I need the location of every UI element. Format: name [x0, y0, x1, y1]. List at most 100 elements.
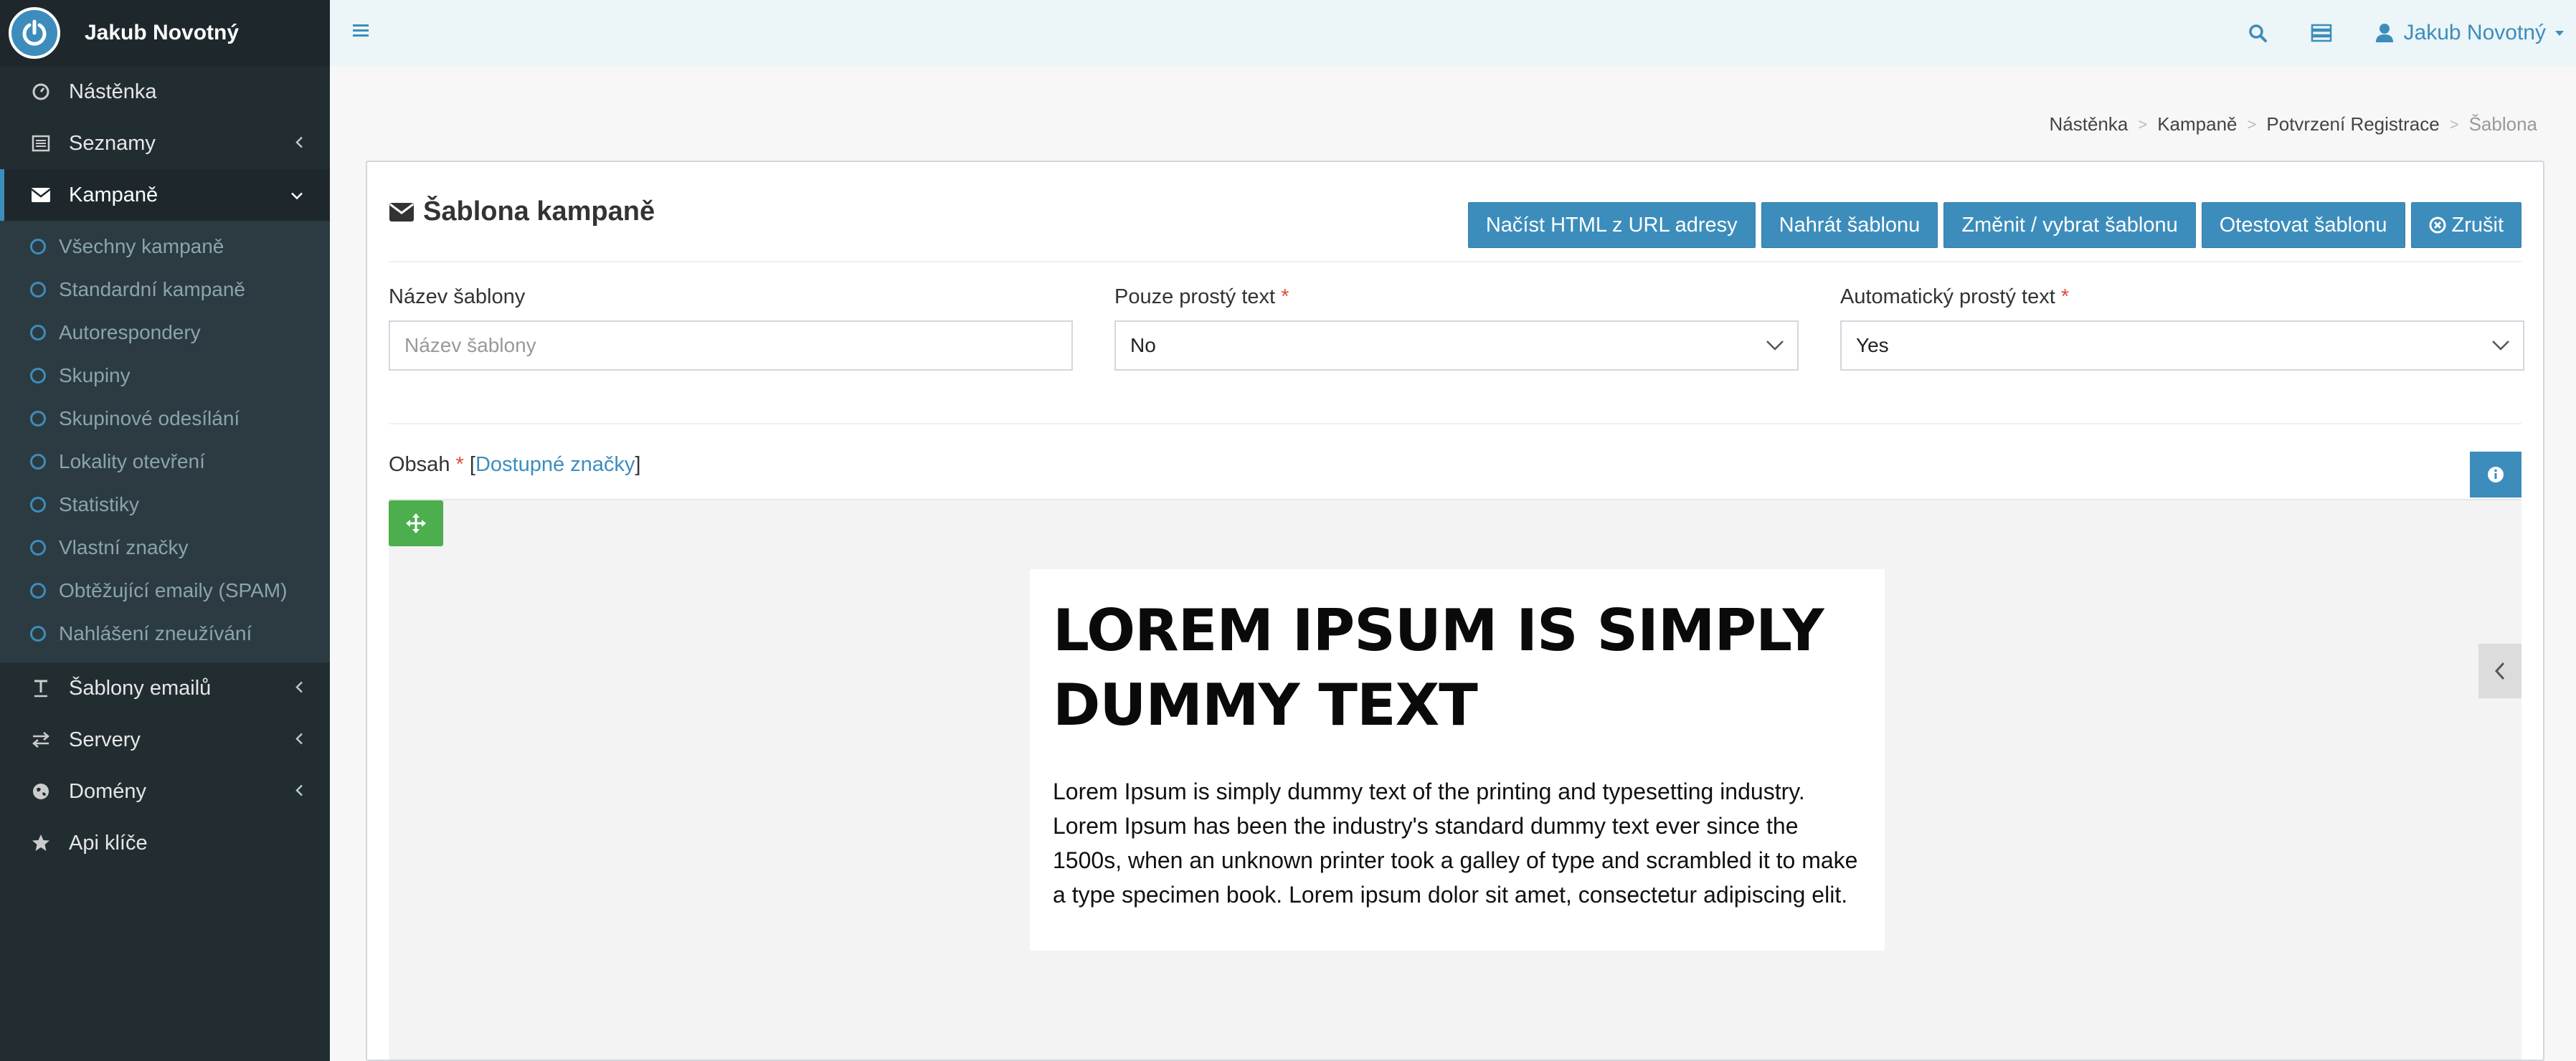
- breadcrumb-item-campaign[interactable]: Potvrzení Registrace: [2266, 113, 2439, 135]
- submenu-item-spam[interactable]: Obtěžující emaily (SPAM): [0, 569, 330, 612]
- brand[interactable]: Jakub Novotný: [0, 0, 330, 66]
- plain-text-label: Pouze prostý text: [1114, 285, 1276, 308]
- globe-icon: [30, 782, 52, 801]
- tasks-icon[interactable]: [2311, 24, 2332, 42]
- chevron-left-icon: [294, 780, 304, 804]
- sidebar-item-email-templates[interactable]: Šablony emailů: [0, 662, 330, 714]
- breadcrumb-item-campaigns[interactable]: Kampaně: [2157, 113, 2237, 135]
- submenu-item-label: Skupinové odesílání: [59, 407, 240, 429]
- page-title: Šablona kampaně: [389, 196, 655, 227]
- required-mark: *: [1281, 285, 1289, 308]
- change-template-button[interactable]: Změnit / vybrat šablonu: [1943, 202, 2196, 248]
- chevron-left-icon: [294, 132, 304, 156]
- email-preview-card[interactable]: LOREM IPSUM IS SIMPLY DUMMY TEXT Lorem I…: [1030, 569, 1885, 951]
- submenu-item-group-sending[interactable]: Skupinové odesílání: [0, 397, 330, 440]
- user-menu[interactable]: Jakub Novotný: [2375, 21, 2566, 45]
- circle-icon: [30, 368, 46, 384]
- submenu-item-label: Lokality otevření: [59, 450, 205, 472]
- list-icon: [30, 135, 52, 152]
- chevron-down-icon: [290, 184, 304, 207]
- caret-down-icon: [2555, 31, 2564, 36]
- email-body-text: Lorem Ipsum is simply dummy text of the …: [1053, 779, 1858, 908]
- required-mark: *: [2060, 285, 2070, 308]
- panel-toggle-button[interactable]: [2478, 644, 2521, 698]
- plain-text-select[interactable]: No: [1114, 320, 1799, 371]
- template-name-input[interactable]: Název šablony: [389, 320, 1073, 371]
- menu-toggle-icon[interactable]: [351, 22, 370, 42]
- action-buttons: Načíst HTML z URL adresy Nahrát šablonu …: [1462, 202, 2521, 248]
- sidebar-item-label: Api klíče: [69, 831, 148, 855]
- chevron-down-icon: [2492, 341, 2509, 351]
- submenu-item-groups[interactable]: Skupiny: [0, 354, 330, 397]
- sidebar-item-campaigns[interactable]: Kampaně: [0, 169, 330, 221]
- sidebar-item-api-keys[interactable]: Api klíče: [0, 817, 330, 869]
- plain-text-field: Pouze prostý text * No: [1114, 285, 1799, 371]
- submenu-item-statistics[interactable]: Statistiky: [0, 483, 330, 526]
- submenu-item-label: Vlastní značky: [59, 536, 189, 558]
- user-icon: [2375, 24, 2393, 42]
- arrows-move-icon: [406, 513, 426, 533]
- breadcrumb-separator: >: [2138, 115, 2148, 133]
- sidebar-item-label: Servery: [69, 728, 141, 751]
- auto-plain-text-label-row: Automatický prostý text *: [1840, 285, 2524, 309]
- sidebar-item-lists[interactable]: Seznamy: [0, 118, 330, 169]
- info-button[interactable]: [2470, 452, 2521, 498]
- dashboard-icon: [30, 83, 52, 100]
- info-icon: [2488, 467, 2504, 482]
- circle-icon: [30, 282, 46, 298]
- submenu-item-standard-campaigns[interactable]: Standardní kampaně: [0, 268, 330, 311]
- template-editor[interactable]: LOREM IPSUM IS SIMPLY DUMMY TEXT Lorem I…: [389, 499, 2521, 1060]
- email-heading: LOREM IPSUM IS SIMPLY DUMMY TEXT: [1053, 597, 1824, 738]
- submenu-item-label: Standardní kampaně: [59, 278, 245, 300]
- envelope-icon: [389, 202, 414, 222]
- content-label: Obsah * [Dostupné značky]: [389, 453, 640, 477]
- submenu-item-all-campaigns[interactable]: Všechny kampaně: [0, 225, 330, 268]
- divider: [389, 423, 2521, 424]
- breadcrumb-item-dashboard[interactable]: Nástěnka: [2050, 113, 2128, 135]
- bracket-close: ]: [635, 453, 641, 476]
- submenu-item-label: Nahlášení zneužívání: [59, 622, 252, 644]
- star-icon: [30, 834, 52, 852]
- required-mark: *: [455, 453, 464, 476]
- circle-icon: [30, 540, 46, 556]
- load-html-url-button[interactable]: Načíst HTML z URL adresy: [1467, 202, 1756, 248]
- divider: [389, 261, 2521, 262]
- available-tags-link[interactable]: Dostupné značky: [475, 453, 635, 476]
- submenu-item-autoresponders[interactable]: Autorespondery: [0, 311, 330, 354]
- sidebar-item-dashboard[interactable]: Nástěnka: [0, 66, 330, 118]
- cancel-button[interactable]: Zrušit: [2410, 202, 2521, 248]
- template-box: Šablona kampaně Načíst HTML z URL adresy…: [366, 161, 2544, 1061]
- upload-template-button[interactable]: Nahrát šablonu: [1761, 202, 1938, 248]
- test-template-button[interactable]: Otestovat šablonu: [2201, 202, 2405, 248]
- sidebar-item-label: Kampaně: [69, 183, 158, 206]
- move-button[interactable]: [389, 500, 443, 546]
- auto-plain-text-field: Automatický prostý text * Yes: [1840, 285, 2524, 371]
- sidebar-item-label: Seznamy: [69, 131, 156, 155]
- envelope-icon: [30, 187, 52, 203]
- submenu-item-custom-tags[interactable]: Vlastní značky: [0, 526, 330, 569]
- submenu-item-label: Skupiny: [59, 364, 131, 386]
- sidebar: Jakub Novotný Nástěnka Seznamy Kampaně V…: [0, 0, 330, 1061]
- circle-icon: [30, 411, 46, 427]
- text-format-icon: [30, 679, 52, 698]
- sidebar-item-label: Domény: [69, 779, 146, 803]
- circle-icon: [30, 454, 46, 470]
- sidebar-item-domains[interactable]: Domény: [0, 766, 330, 817]
- user-name: Jakub Novotný: [2403, 21, 2546, 44]
- cancel-label: Zrušit: [2451, 213, 2504, 237]
- sidebar-item-servers[interactable]: Servery: [0, 714, 330, 766]
- submenu-item-abuse-reports[interactable]: Nahlášení zneužívání: [0, 612, 330, 655]
- navbar-right: Jakub Novotný: [2248, 0, 2566, 66]
- times-circle-icon: [2429, 217, 2445, 234]
- search-icon[interactable]: [2248, 23, 2268, 43]
- sidebar-item-label: Šablony emailů: [69, 676, 212, 700]
- submenu-item-open-locations[interactable]: Lokality otevření: [0, 440, 330, 483]
- breadcrumb-item-current: Šablona: [2468, 113, 2537, 135]
- circle-icon: [30, 626, 46, 642]
- auto-plain-text-select[interactable]: Yes: [1840, 320, 2524, 371]
- submenu-item-label: Autorespondery: [59, 321, 201, 343]
- exchange-icon: [30, 731, 52, 748]
- sidebar-item-label: Nástěnka: [69, 80, 157, 103]
- circle-icon: [30, 583, 46, 599]
- bracket-open: [: [469, 453, 475, 476]
